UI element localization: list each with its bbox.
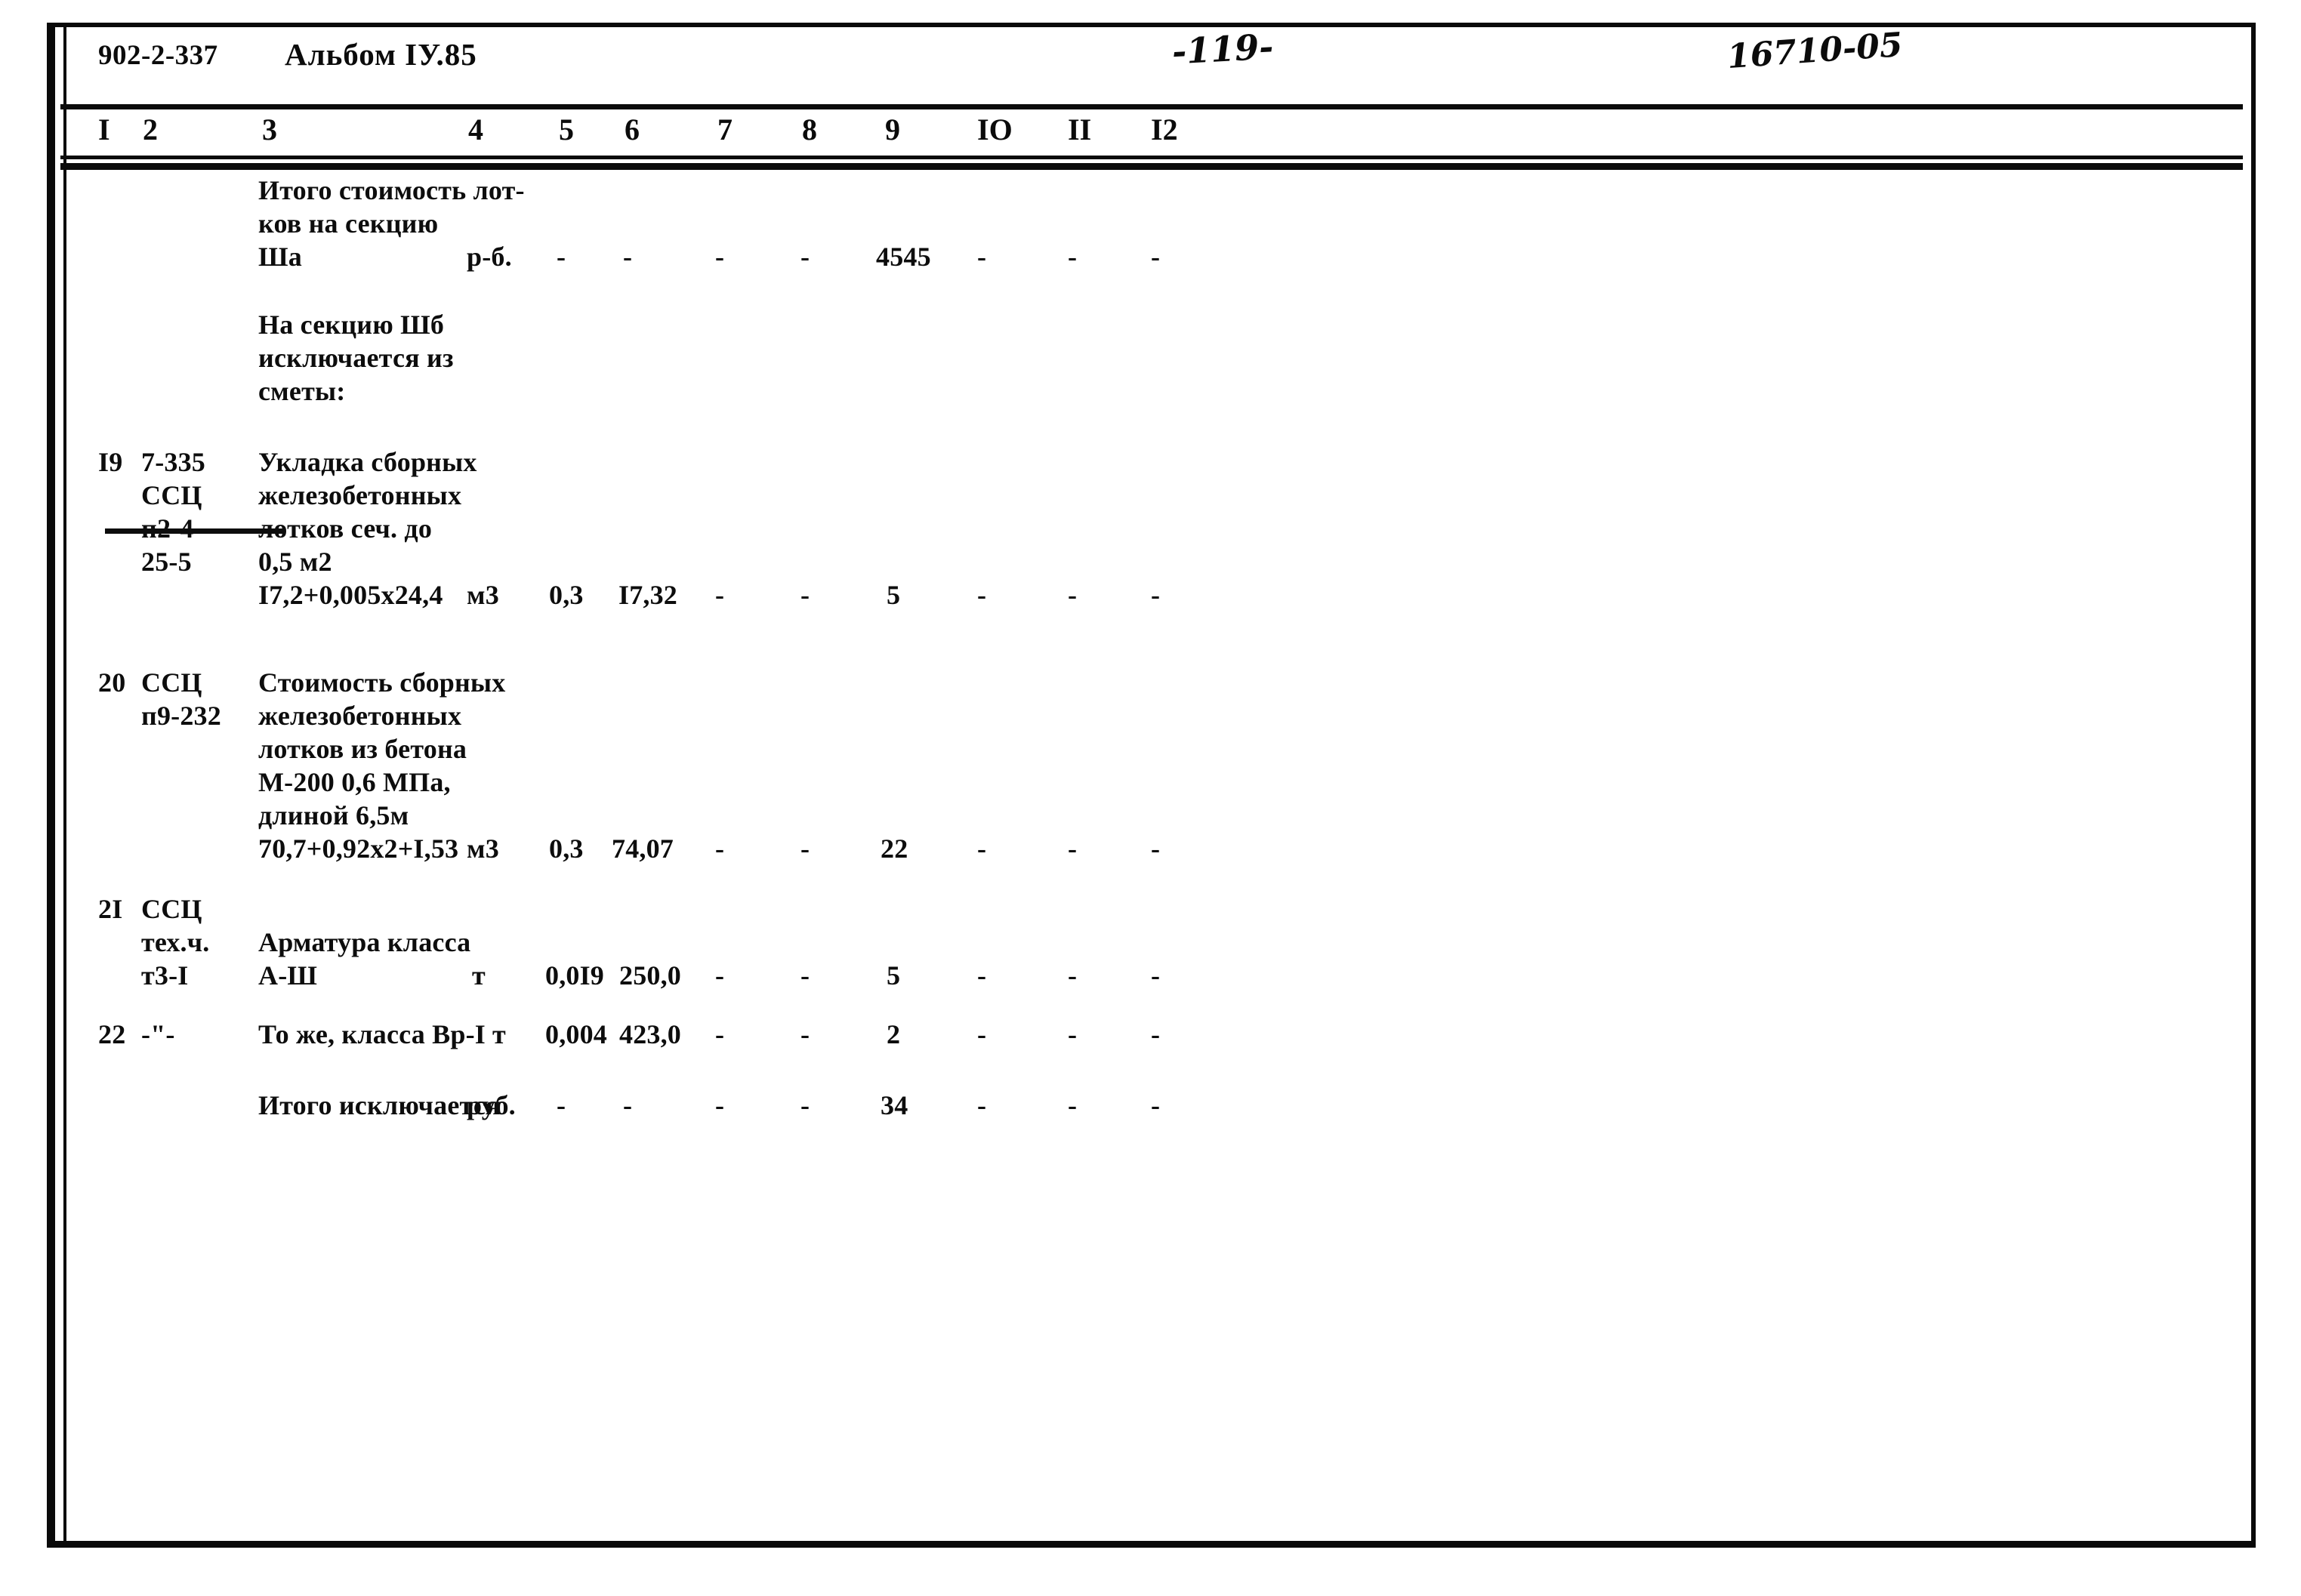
row-col7: - (715, 242, 725, 272)
column-number-8: 8 (802, 112, 817, 146)
row-unit: м3 (467, 580, 499, 610)
row-number: 22 (98, 1019, 126, 1049)
row-col5: 0,3 (549, 833, 584, 864)
row-col5: 0,0I9 (545, 960, 605, 991)
row-code-line-4: 25-5 (141, 547, 192, 577)
column-number-6: 6 (625, 112, 640, 146)
row-col8: - (800, 833, 810, 864)
row-col11: - (1068, 242, 1078, 272)
page-number: -119- (1171, 26, 1275, 72)
row-description: То же, класса Вр-I (258, 1019, 486, 1049)
row-col12: - (1151, 1019, 1161, 1049)
row-col8: - (800, 580, 810, 610)
row-col5: 0,3 (549, 580, 584, 610)
row-col9: 34 (881, 1090, 908, 1120)
row-col10: - (977, 960, 987, 991)
column-number-9: 9 (885, 112, 900, 146)
row-col7: - (715, 1019, 725, 1049)
row-col8: - (800, 1019, 810, 1049)
row-col6: 74,07 (612, 833, 674, 864)
row-col11: - (1068, 1090, 1078, 1120)
row-col10: - (977, 1019, 987, 1049)
row-col9: 5 (887, 580, 901, 610)
column-number-10: IO (977, 112, 1013, 146)
row-col6: 250,0 (619, 960, 681, 991)
row-col10: - (977, 242, 987, 272)
row-col10: - (977, 1090, 987, 1120)
row-col11: - (1068, 960, 1078, 991)
row-col12: - (1151, 242, 1161, 272)
row-col11: - (1068, 580, 1078, 610)
header-rule-middle (60, 156, 2243, 159)
row-col12: - (1151, 580, 1161, 610)
row-unit: м3 (467, 833, 499, 864)
row-col10: - (977, 580, 987, 610)
archive-stamp: 16710-05 (1726, 25, 1905, 77)
row-col12: - (1151, 1090, 1161, 1120)
column-number-5: 5 (559, 112, 574, 146)
row-col9: 22 (881, 833, 908, 864)
row-code-line-2: п9-232 (141, 701, 221, 731)
row-col6: - (623, 242, 633, 272)
row-col5: 0,004 (545, 1019, 607, 1049)
row-col6: I7,32 (618, 580, 678, 610)
column-number-4: 4 (468, 112, 483, 146)
row-col7: - (715, 960, 725, 991)
row-description: Арматура класса А-Ш (258, 927, 471, 991)
row-col12: - (1151, 960, 1161, 991)
document-code: 902-2-337 (98, 40, 218, 71)
album-label: Альбом IУ.85 (285, 37, 477, 72)
table-body: Итого стоимость лот- ков на секцию Ша р-… (47, 174, 2256, 1525)
row-col9: 4545 (876, 242, 931, 272)
row-col11: - (1068, 833, 1078, 864)
row-unit: руб. (467, 1090, 516, 1120)
row-col10: - (977, 833, 987, 864)
row-col7: - (715, 1090, 725, 1120)
struck-code-text: п2-4 (105, 513, 284, 544)
row-code-line-1: 7-335 (141, 447, 205, 477)
column-number-7: 7 (717, 112, 733, 146)
row-description: Укладка сборных железобетонных лотков се… (258, 447, 477, 610)
page-header: 902-2-337 Альбом IУ.85 -119- 16710-05 (47, 23, 2256, 91)
row-unit: т (492, 1019, 506, 1049)
column-number-3: 3 (262, 112, 277, 146)
row-code-line-1: ССЦ (141, 667, 202, 698)
column-number-1: I (98, 112, 110, 146)
row-col12: - (1151, 833, 1161, 864)
row-number: 2I (98, 894, 123, 924)
row-code-line-3: т3-I (141, 960, 189, 991)
row-number: 20 (98, 667, 126, 698)
row-description: Итого исключается (258, 1090, 501, 1120)
row-code-line-1: -"- (141, 1019, 175, 1049)
row-code-line-3-struck: п2-4 (105, 512, 284, 545)
column-number-2: 2 (143, 112, 158, 146)
row-col7: - (715, 833, 725, 864)
row-col8: - (800, 242, 810, 272)
row-col5: - (557, 1090, 566, 1120)
column-number-row: I 2 3 4 5 6 7 8 9 IO II I2 (47, 112, 2256, 154)
row-col8: - (800, 960, 810, 991)
row-number: I9 (98, 447, 123, 477)
column-number-11: II (1068, 112, 1092, 146)
row-col5: - (557, 242, 566, 272)
row-col7: - (715, 580, 725, 610)
row-col6: 423,0 (619, 1019, 681, 1049)
row-unit: т (472, 960, 486, 991)
header-rule-bottom (60, 163, 2243, 170)
row-col9: 5 (887, 960, 901, 991)
row-code-line-2: ССЦ (141, 480, 202, 510)
row-code-line-1: ССЦ (141, 894, 202, 924)
row-description: На секцию Шб исключается из сметы: (258, 310, 454, 406)
row-unit: р-б. (467, 242, 512, 272)
scanned-page: 902-2-337 Альбом IУ.85 -119- 16710-05 I … (0, 0, 2301, 1596)
header-rule-top (60, 104, 2243, 109)
row-col11: - (1068, 1019, 1078, 1049)
row-col8: - (800, 1090, 810, 1120)
column-number-12: I2 (1151, 112, 1178, 146)
row-col6: - (623, 1090, 633, 1120)
row-code-line-2: тех.ч. (141, 927, 210, 957)
row-col9: 2 (887, 1019, 901, 1049)
